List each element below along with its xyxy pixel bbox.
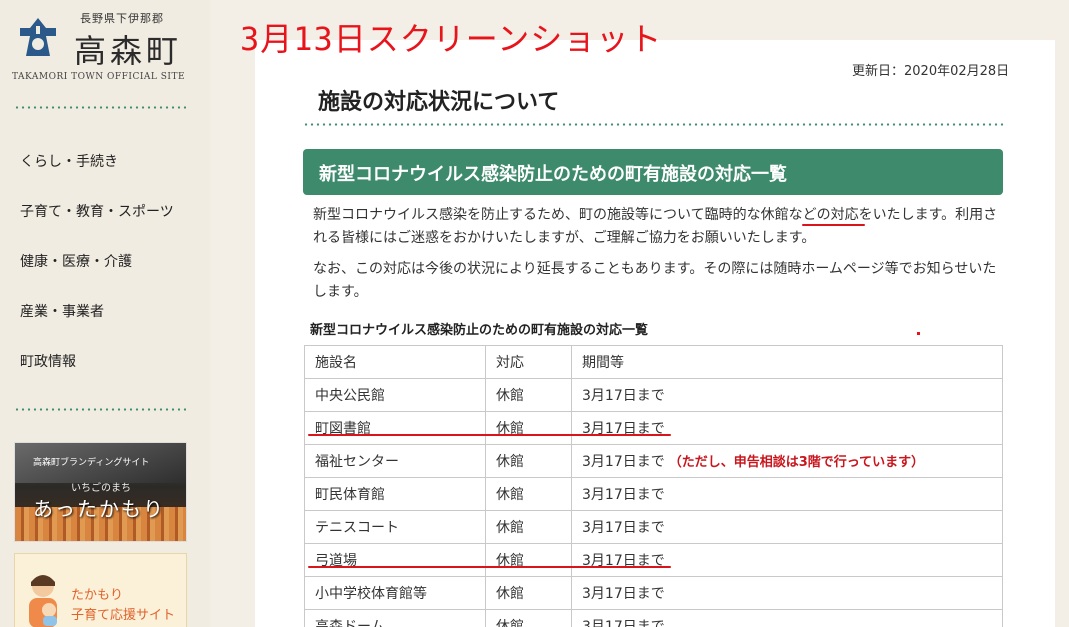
facility-period: 3月17日まで （ただし、申告相談は3階で行っています） (571, 444, 1003, 478)
facility-status: 休館 (485, 576, 572, 610)
banner-branding-small: 高森町ブランディングサイト (33, 458, 150, 468)
table-row: 弓道場 休館 3月17日まで (304, 543, 1003, 577)
site-logo[interactable]: 長野県下伊那郡 高森町 TAKAMORI TOWN OFFICIAL SITE (12, 8, 202, 88)
annotation-underline-archery (308, 566, 671, 568)
family-illustration-icon (29, 575, 57, 627)
nav-item-living[interactable]: くらし・手続き (20, 151, 118, 171)
facility-status: 休館 (485, 378, 572, 412)
facility-period: 3月17日まで (571, 576, 1003, 610)
banner-childcare-line2: 子育て応援サイト (71, 608, 176, 623)
facility-name: 町図書館 (304, 411, 486, 445)
facility-period: 3月17日まで (571, 543, 1003, 577)
period-text: 3月17日まで (582, 619, 665, 627)
town-emblem-icon (20, 18, 56, 56)
period-text: 3月17日まで (582, 454, 665, 470)
section-heading: 新型コロナウイルス感染防止のための町有施設の対応一覧 (303, 149, 1003, 195)
facility-status: 休館 (485, 477, 572, 511)
facility-name: 町民体育館 (304, 477, 486, 511)
table-row: 中央公民館 休館 3月17日まで (304, 378, 1003, 412)
banner-branding-title: あったかもり (33, 497, 165, 521)
header-facility: 施設名 (304, 345, 486, 379)
prefecture-label: 長野県下伊那郡 (80, 12, 164, 25)
sidebar: 長野県下伊那郡 高森町 TAKAMORI TOWN OFFICIAL SITE … (0, 0, 210, 627)
annotation-underline-closure (802, 224, 865, 226)
sidebar-divider-top (14, 106, 186, 109)
facility-name: テニスコート (304, 510, 486, 544)
facilities-table: 施設名 対応 期間等 中央公民館 休館 3月17日まで 町図書館 休館 3月17… (304, 345, 1003, 627)
table-row: 福祉センター 休館 3月17日まで （ただし、申告相談は3階で行っています） (304, 444, 1003, 478)
table-row: 町図書館 休館 3月17日まで (304, 411, 1003, 445)
facility-status: 休館 (485, 411, 572, 445)
banner-childcare-line1: たかもり (71, 588, 124, 603)
facility-status: 休館 (485, 543, 572, 577)
facility-name: 福祉センター (304, 444, 486, 478)
period-text: 3月17日まで (582, 487, 665, 503)
intro-paragraph: 新型コロナウイルス感染を防止するため、町の施設等について臨時的な休館などの対応を… (313, 207, 998, 246)
period-text: 3月17日まで (582, 520, 665, 536)
header-status: 対応 (485, 345, 572, 379)
facility-name: 小中学校体育館等 (304, 576, 486, 610)
annotation-dot (917, 332, 920, 335)
updated-date: 更新日：2020年02月28日 (852, 64, 1010, 79)
table-header-row: 施設名 対応 期間等 (304, 345, 1003, 379)
annotation-underline-library (308, 434, 671, 436)
screenshot-date-label: 3月13日スクリーンショット (240, 20, 663, 58)
table-row: 町民体育館 休館 3月17日まで (304, 477, 1003, 511)
page-title: 施設の対応状況について (318, 90, 560, 115)
table-row: 高森ドーム 休館 3月17日まで (304, 609, 1003, 627)
facility-period: 3月17日まで (571, 378, 1003, 412)
site-english-name: TAKAMORI TOWN OFFICIAL SITE (12, 72, 186, 82)
header-period: 期間等 (571, 345, 1003, 379)
period-text: 3月17日まで (582, 586, 665, 602)
sidebar-divider-bottom (14, 408, 186, 411)
facility-status: 休館 (485, 609, 572, 627)
facility-status: 休館 (485, 444, 572, 478)
nav-item-town-government[interactable]: 町政情報 (20, 351, 76, 371)
nav-item-health[interactable]: 健康・医療・介護 (20, 251, 132, 271)
table-caption: 新型コロナウイルス感染防止のための町有施設の対応一覧 (310, 323, 649, 338)
facility-period: 3月17日まで (571, 609, 1003, 627)
facility-name: 高森ドーム (304, 609, 486, 627)
facility-name: 弓道場 (304, 543, 486, 577)
title-divider (303, 123, 1003, 126)
facility-period: 3月17日まで (571, 477, 1003, 511)
facility-status: 休館 (485, 510, 572, 544)
period-text: 3月17日まで (582, 388, 665, 404)
town-name: 高森町 (74, 32, 183, 70)
facility-period: 3月17日まで (571, 510, 1003, 544)
notice-paragraph: なお、この対応は今後の状況により延長することもあります。その際には随時ホームペー… (313, 261, 997, 300)
facility-period: 3月17日まで (571, 411, 1003, 445)
period-note: （ただし、申告相談は3階で行っています） (668, 455, 925, 470)
childcare-site-banner[interactable]: たかもり 子育て応援サイト (14, 553, 187, 627)
banner-branding-sub: いちごのまち (71, 483, 131, 494)
table-row: テニスコート 休館 3月17日まで (304, 510, 1003, 544)
nav-item-childcare-education[interactable]: 子育て・教育・スポーツ (20, 201, 174, 221)
branding-site-banner[interactable]: 高森町ブランディングサイト いちごのまち あったかもり (14, 442, 187, 542)
table-row: 小中学校体育館等 休館 3月17日まで (304, 576, 1003, 610)
nav-item-industry[interactable]: 産業・事業者 (20, 301, 104, 321)
facility-name: 中央公民館 (304, 378, 486, 412)
